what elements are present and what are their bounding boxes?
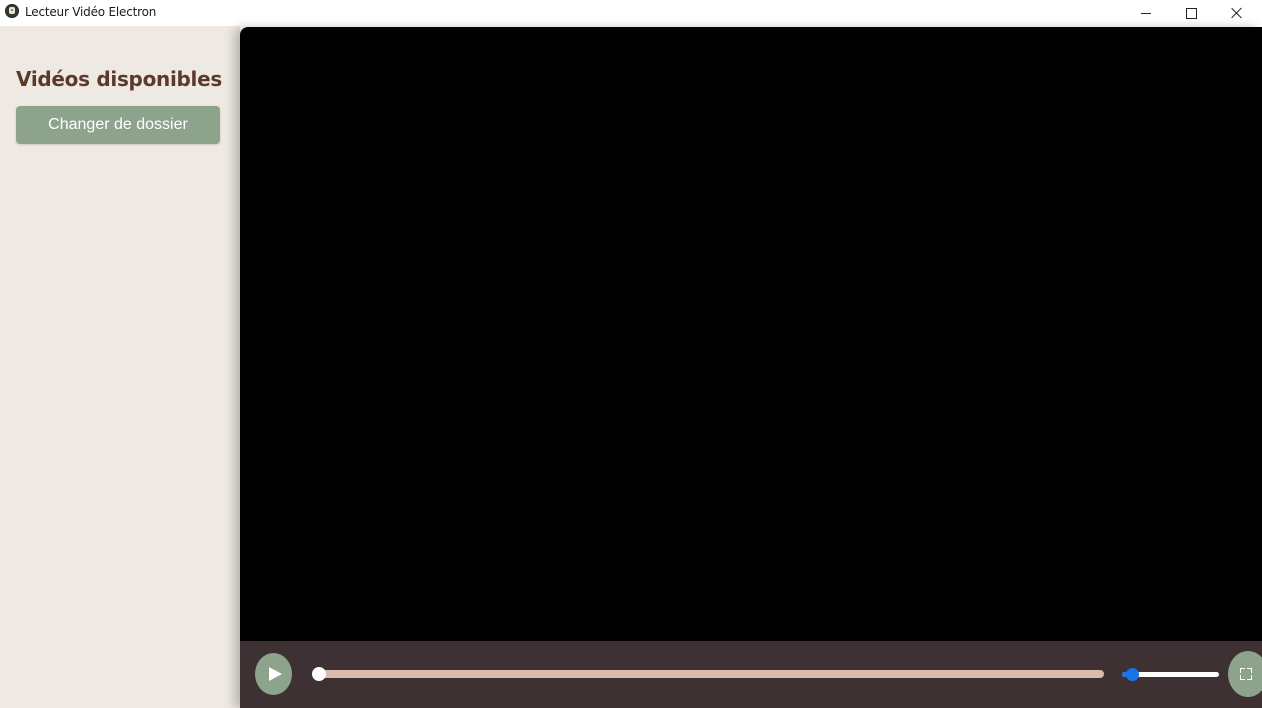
close-icon	[1231, 7, 1243, 19]
volume-thumb[interactable]	[1125, 668, 1139, 681]
fullscreen-icon	[1240, 668, 1252, 680]
sidebar: Vidéos disponibles Changer de dossier	[0, 26, 240, 708]
maximize-icon	[1185, 7, 1197, 19]
play-button[interactable]	[255, 653, 292, 695]
close-button[interactable]	[1214, 0, 1260, 26]
fullscreen-button[interactable]	[1228, 651, 1262, 697]
sidebar-title: Vidéos disponibles	[16, 67, 222, 91]
progress-bar[interactable]	[319, 670, 1104, 678]
player-controls	[240, 641, 1262, 708]
play-icon	[268, 667, 282, 681]
minimize-icon	[1141, 12, 1151, 14]
video-player[interactable]	[240, 27, 1262, 708]
app-logo-icon	[5, 4, 19, 18]
maximize-button[interactable]	[1168, 0, 1214, 26]
window-title: Lecteur Vidéo Electron	[25, 5, 157, 19]
progress-thumb[interactable]	[312, 667, 326, 681]
minimize-button[interactable]	[1123, 0, 1169, 26]
change-folder-button[interactable]: Changer de dossier	[16, 106, 220, 144]
title-bar: Lecteur Vidéo Electron	[0, 0, 1262, 26]
